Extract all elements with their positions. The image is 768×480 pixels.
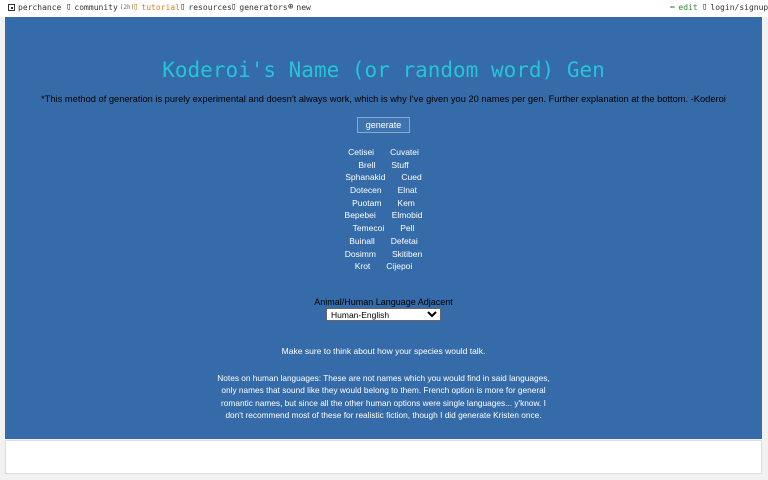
- chat-icon: ▯: [66, 2, 72, 12]
- nav-new[interactable]: ⊕ new: [288, 2, 311, 13]
- name-item: Sphanakid: [345, 172, 386, 183]
- name-item: Kem: [397, 197, 415, 208]
- name-item: Temecoi: [352, 223, 385, 234]
- folder-icon: ▯: [180, 2, 186, 12]
- name-item: Puotam: [352, 197, 382, 208]
- dice-icon: [8, 4, 15, 11]
- name-row: Sphanakid Cued: [5, 172, 762, 185]
- name-row: Dotecen Elnat: [5, 185, 762, 198]
- name-item: Cetisei: [348, 147, 375, 157]
- name-row: Puotam Kem: [5, 198, 762, 211]
- name-row: Bepebei Elmobid: [5, 210, 762, 223]
- name-item: Dotecen: [349, 185, 382, 196]
- name-row: Cetisei Cuvatei: [5, 147, 762, 160]
- plus-circle-icon: ⊕: [288, 2, 294, 12]
- name-item: Krot: [354, 261, 371, 272]
- language-notes: Notes on human languages: These are not …: [217, 373, 550, 421]
- nav-resources-label: resources: [188, 3, 232, 12]
- name-item: Pell: [400, 223, 415, 234]
- grid-icon: ▯: [231, 2, 237, 12]
- name-item: Skitiben: [391, 248, 423, 259]
- nav-tutorial[interactable]: ▯ tutorial: [133, 2, 180, 13]
- name-row: Temecoi Pell: [5, 223, 762, 236]
- book-icon: ▯: [133, 2, 139, 12]
- language-label: Animal/Human Language Adjacent: [314, 297, 453, 307]
- language-select[interactable]: Human-English: [326, 308, 441, 321]
- name-item: Cued: [401, 172, 422, 183]
- name-item: Bepebei: [344, 210, 376, 221]
- top-navigation-bar: perchance ▯ community (2h) ▯ tutorial ▯ …: [0, 0, 768, 17]
- name-item: Defetai: [390, 235, 418, 246]
- name-item: Elmobid: [391, 210, 423, 221]
- page-title: Koderoi's Name (or random word) Gen: [162, 58, 605, 82]
- generated-names-list: Cetisei Cuvatei Brell Stuff Sphanakid Cued …: [5, 147, 762, 274]
- name-item: Dosimm: [344, 248, 376, 259]
- nav-generators-label: generators: [239, 3, 288, 12]
- species-hint: Make sure to think about how your specie…: [281, 346, 486, 356]
- nav-edit-label: edit: [678, 3, 698, 12]
- footer-area: [5, 440, 762, 474]
- name-item: Buinall: [349, 235, 375, 246]
- nav-login-label: login/signup: [710, 3, 768, 12]
- nav-tutorial-label: tutorial: [141, 3, 180, 12]
- name-item: Cuvatei: [390, 147, 419, 157]
- pencil-icon: ✏: [670, 2, 676, 12]
- name-row: Krot Cijepoi: [5, 261, 762, 274]
- nav-community[interactable]: ▯ community (2h): [66, 2, 134, 13]
- name-item: Cijepoi: [386, 261, 413, 272]
- nav-edit[interactable]: ✏ edit: [670, 2, 698, 13]
- nav-perchance-label: perchance: [18, 3, 62, 12]
- nav-generators[interactable]: ▯ generators: [231, 2, 288, 13]
- name-row: Brell Stuff: [5, 160, 762, 173]
- page-subtitle: *This method of generation is purely exp…: [41, 94, 726, 104]
- name-row: Buinall Defetai: [5, 236, 762, 249]
- nav-community-label: community: [74, 3, 118, 12]
- user-icon: ▯: [702, 2, 708, 12]
- name-item: Elnat: [397, 185, 418, 196]
- nav-login[interactable]: ▯ login/signup: [702, 2, 768, 13]
- nav-resources[interactable]: ▯ resources: [180, 2, 232, 13]
- generator-panel: Koderoi's Name (or random word) Gen *Thi…: [5, 17, 762, 439]
- nav-perchance[interactable]: perchance: [8, 3, 61, 12]
- name-item: Brell: [358, 159, 376, 170]
- generate-button[interactable]: generate: [357, 117, 410, 133]
- name-row: Dosimm Skitiben: [5, 249, 762, 262]
- name-item: Stuff: [391, 159, 409, 170]
- nav-new-label: new: [296, 3, 311, 12]
